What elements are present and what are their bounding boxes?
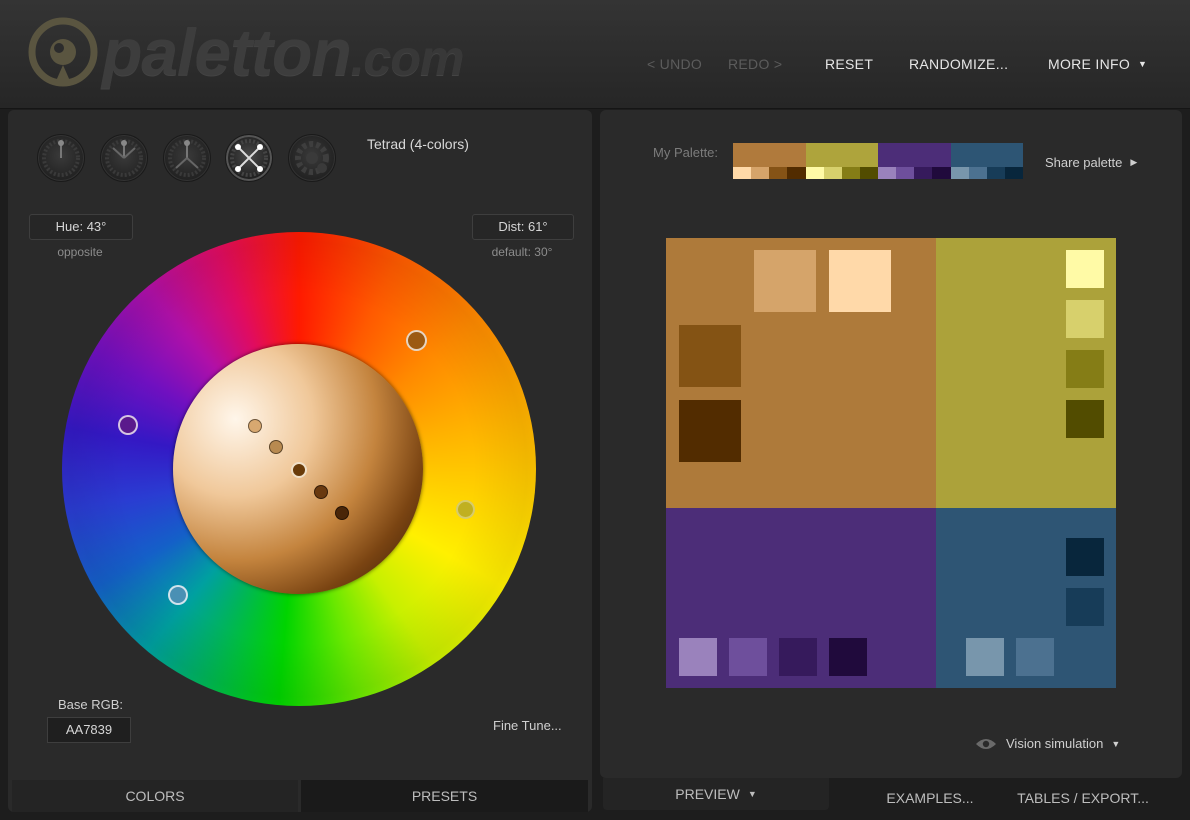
more-info-label: MORE INFO	[1048, 56, 1131, 72]
scheme-title: Tetrad (4-colors)	[367, 136, 469, 152]
adjacent-scheme-icon[interactable]	[100, 134, 148, 182]
palette-main-swatch	[733, 143, 806, 167]
base-shade-handle[interactable]	[291, 462, 307, 478]
palette-shade-swatch	[751, 167, 770, 179]
vision-simulation-label: Vision simulation	[1006, 736, 1104, 751]
palette-shade-swatch	[859, 167, 878, 179]
palette-shade-swatch	[1004, 167, 1023, 179]
primary-hue-handle[interactable]	[406, 330, 427, 351]
hue-note: opposite	[57, 245, 103, 259]
my-palette-label: My Palette:	[653, 145, 719, 160]
tetrad-scheme-icon[interactable]	[225, 134, 273, 182]
palette-main-swatch	[878, 143, 951, 167]
mono-scheme-icon[interactable]	[37, 134, 85, 182]
randomize-button[interactable]: RANDOMIZE...	[909, 56, 1008, 72]
fine-tune-link[interactable]: Fine Tune...	[493, 718, 562, 733]
tab-presets[interactable]: PRESETS	[301, 780, 588, 812]
secondary-b-shade-swatch	[779, 638, 817, 676]
palette-shade-swatch	[805, 167, 824, 179]
undo-button[interactable]: < UNDO	[647, 56, 702, 72]
palette-shade-row	[805, 167, 878, 179]
palette-shade-swatch	[878, 167, 897, 179]
share-palette-link[interactable]: Share palette ▶	[1045, 155, 1137, 170]
base-rgb-label: Base RGB:	[58, 697, 124, 712]
paletton-logo-icon	[28, 17, 98, 87]
palette-main-swatch	[950, 143, 1023, 167]
complement-hue-handle[interactable]	[168, 585, 188, 605]
palette-shade-swatch	[932, 167, 951, 179]
palette-shade-row	[950, 167, 1023, 179]
logo-text: paletton.com	[102, 14, 465, 90]
my-palette-strip[interactable]	[733, 143, 1023, 179]
secondary-hue-handle[interactable]	[456, 500, 475, 519]
palette-preview	[666, 238, 1116, 688]
logo[interactable]: paletton.com	[28, 12, 465, 92]
palette-shade-swatch	[950, 167, 969, 179]
top-bar: paletton.com < UNDO REDO > RESET RANDOMI…	[0, 0, 1190, 109]
secondary-a-shade-swatch	[1066, 350, 1104, 388]
tertiary-hue-handle[interactable]	[118, 415, 138, 435]
primary-shade-swatch	[829, 250, 891, 312]
palette-shade-swatch	[787, 167, 806, 179]
shade-handle[interactable]	[269, 440, 283, 454]
primary-shade-swatch	[679, 400, 741, 462]
primary-shade-swatch	[754, 250, 816, 312]
tab-tables-export[interactable]: TABLES / EXPORT...	[1008, 782, 1158, 814]
tab-examples[interactable]: EXAMPLES...	[830, 782, 1030, 814]
palette-color-group[interactable]	[950, 143, 1023, 179]
caret-down-icon: ▼	[747, 789, 757, 799]
hue-control[interactable]: Hue: 43°	[29, 214, 133, 240]
palette-shade-swatch	[986, 167, 1005, 179]
complement-shade-swatch	[1066, 538, 1104, 576]
caret-down-icon: ▼	[1111, 738, 1121, 749]
secondary-b-shade-swatch	[679, 638, 717, 676]
complement-shade-swatch	[1066, 588, 1104, 626]
palette-color-group[interactable]	[878, 143, 951, 179]
primary-shade-swatch	[679, 325, 741, 387]
palette-shade-swatch	[733, 167, 752, 179]
reset-button[interactable]: RESET	[825, 56, 873, 72]
palette-shade-swatch	[968, 167, 987, 179]
palette-color-group[interactable]	[733, 143, 806, 179]
palette-shade-swatch	[896, 167, 915, 179]
free-style-scheme-icon[interactable]	[288, 134, 336, 182]
palette-shade-swatch	[823, 167, 842, 179]
secondary-b-shade-swatch	[829, 638, 867, 676]
shade-handle[interactable]	[335, 506, 349, 520]
palette-color-group[interactable]	[805, 143, 878, 179]
shade-handle[interactable]	[248, 419, 262, 433]
secondary-a-shade-swatch	[1066, 300, 1104, 338]
vision-simulation-menu[interactable]: Vision simulation ▼	[975, 736, 1120, 751]
complement-shade-swatch	[966, 638, 1004, 676]
secondary-b-shade-swatch	[729, 638, 767, 676]
palette-shade-swatch	[769, 167, 788, 179]
palette-main-swatch	[805, 143, 878, 167]
eye-icon	[976, 738, 996, 749]
tab-preview[interactable]: PREVIEW ▼	[603, 778, 829, 810]
secondary-a-shade-swatch	[1066, 400, 1104, 438]
redo-button[interactable]: REDO >	[728, 56, 782, 72]
palette-shade-swatch	[914, 167, 933, 179]
tab-colors[interactable]: COLORS	[12, 780, 298, 812]
logo-name: paletton	[102, 15, 352, 89]
tab-preview-label: PREVIEW	[675, 786, 740, 802]
distance-control[interactable]: Dist: 61°	[472, 214, 574, 240]
caret-right-icon: ▶	[1130, 157, 1138, 167]
triad-scheme-icon[interactable]	[163, 134, 211, 182]
more-info-menu[interactable]: MORE INFO ▼	[1048, 56, 1147, 72]
share-palette-label: Share palette	[1045, 155, 1123, 170]
logo-domain: .com	[350, 30, 465, 86]
shade-handle[interactable]	[314, 485, 328, 499]
base-rgb-input[interactable]: AA7839	[47, 717, 131, 743]
caret-down-icon: ▼	[1138, 59, 1148, 69]
palette-shade-swatch	[841, 167, 860, 179]
palette-shade-row	[878, 167, 951, 179]
secondary-a-shade-swatch	[1066, 250, 1104, 288]
palette-shade-row	[733, 167, 806, 179]
complement-shade-swatch	[1016, 638, 1054, 676]
distance-note: default: 30°	[491, 245, 553, 259]
